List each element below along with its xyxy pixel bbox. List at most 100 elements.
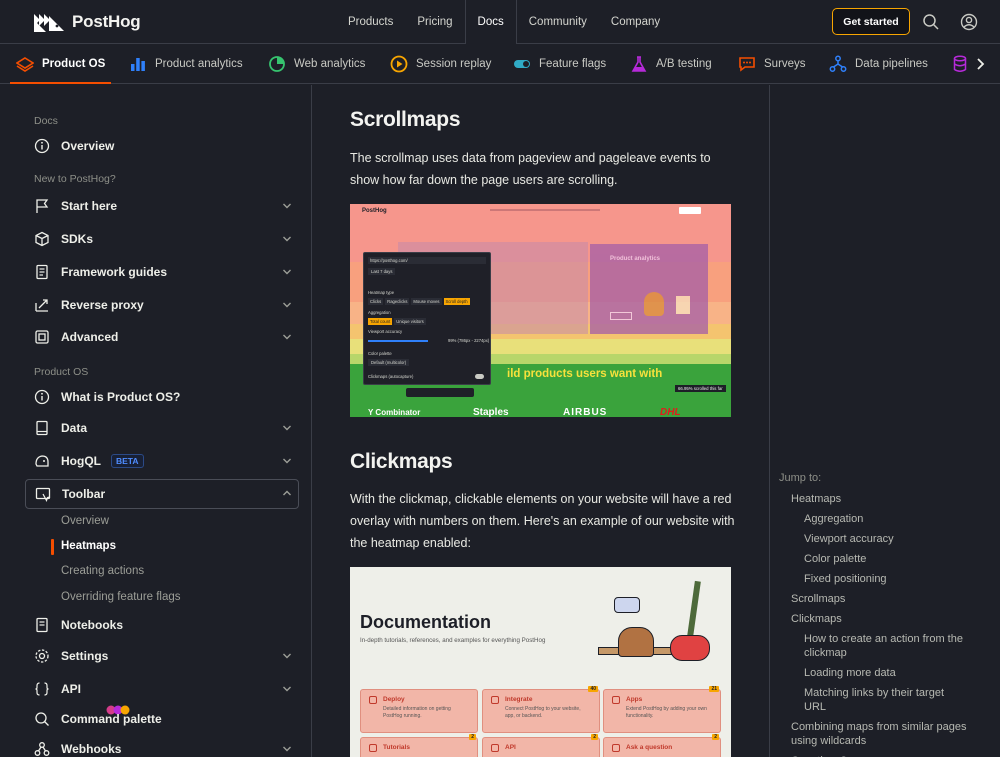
sidebar-item-api[interactable]: API	[34, 676, 298, 702]
click-count-badge: 2	[591, 734, 598, 740]
sidebar-item-advanced[interactable]: Advanced	[34, 324, 298, 350]
site-cta-placeholder	[679, 207, 701, 214]
sidebar-subitem-overriding-feature-flags[interactable]: Overriding feature flags	[61, 591, 181, 603]
site-menu-placeholder	[490, 209, 600, 211]
search-icon[interactable]	[922, 13, 940, 31]
nav-docs[interactable]: Docs	[464, 0, 517, 44]
toc-link[interactable]: Scrollmaps	[791, 592, 981, 606]
sidebar-item-framework-guides[interactable]: Framework guides	[34, 259, 298, 285]
section-title-clickmaps: Clickmaps	[350, 450, 453, 473]
site-logo-text: PostHog	[362, 208, 387, 214]
date-range-select[interactable]: Last 7 days	[368, 268, 396, 275]
docs-card-title: API	[505, 744, 516, 751]
docs-card[interactable]: Deploy Detailed information on getting Po…	[360, 689, 478, 733]
sidebar-heading-product-os: Product OS	[34, 366, 89, 378]
toc-link[interactable]: Heatmaps	[791, 492, 981, 506]
sidebar-subitem-heatmaps[interactable]: Heatmaps	[61, 540, 116, 552]
aggregation-label: Aggregation	[368, 310, 391, 315]
chevron-down-icon	[283, 425, 291, 431]
url-input[interactable]: https://posthog.com/	[368, 257, 486, 264]
sidebar-item-sdks[interactable]: SDKs	[34, 226, 298, 252]
docs-card-text: Connect PostHog to your website, app, or…	[505, 706, 581, 719]
docs-card[interactable]: Tutorials 2	[360, 734, 478, 757]
type-mouse-moves[interactable]: Mouse moves	[411, 298, 442, 305]
nav-pricing[interactable]: Pricing	[405, 0, 464, 44]
docs-card[interactable]: Ask a question 2	[603, 734, 721, 757]
click-count-badge: 2	[469, 734, 476, 740]
play-icon	[390, 55, 408, 73]
product-tab-product-analytics[interactable]: Product analytics	[129, 44, 243, 84]
toolbar-strip[interactable]	[406, 388, 474, 397]
sidebar-item-overview[interactable]: Overview	[34, 133, 298, 159]
account-icon[interactable]	[960, 13, 978, 31]
sidebar-item-notebooks[interactable]: Notebooks	[34, 612, 298, 638]
sidebar-subitem-creating-actions[interactable]: Creating actions	[61, 565, 144, 577]
sidebar-item-reverse-proxy[interactable]: Reverse proxy	[34, 292, 298, 318]
chevron-up-icon	[283, 490, 291, 496]
aggregation-unique[interactable]: Unique visitors	[394, 318, 426, 325]
chevron-right-icon[interactable]	[975, 58, 985, 70]
type-clicks[interactable]: Clicks	[368, 298, 384, 305]
product-tab-session-replay[interactable]: Session replay	[390, 44, 491, 84]
product-tab-ab-testing[interactable]: A/B testing	[630, 44, 712, 84]
get-started-button[interactable]: Get started	[832, 8, 910, 35]
type-rageclicks[interactable]: Rageclicks	[385, 298, 410, 305]
docs-card-title: Ask a question	[626, 744, 673, 751]
sidebar-item-hogql[interactable]: HogQL BETA	[34, 448, 298, 474]
product-panel: Product analytics	[590, 244, 708, 334]
chevron-down-icon	[283, 269, 291, 275]
sidebar-subitem-overview[interactable]: Overview	[61, 515, 109, 527]
sidebar-item-settings[interactable]: Settings	[34, 643, 298, 669]
product-tab-product-os[interactable]: Product OS	[9, 44, 112, 84]
sidebar-item-command-palette[interactable]: Command palette	[34, 706, 298, 732]
hedgehog-illustration	[618, 627, 654, 657]
docs-card[interactable]: Apps Extend PostHog by adding your own fu…	[603, 686, 721, 733]
aggregation-total[interactable]: Total count	[368, 318, 393, 325]
product-tab-web-analytics[interactable]: Web analytics	[268, 44, 365, 84]
info-icon	[34, 389, 50, 405]
docs-card-text: Detailed information on getting PostHog …	[383, 706, 451, 719]
product-tab-feature-flags[interactable]: Feature flags	[513, 44, 606, 84]
toc-link[interactable]: Viewport accuracy	[804, 532, 964, 546]
heatmap-toolbar-panel[interactable]: https://posthog.com/ Last 7 days Heatmap…	[363, 252, 491, 385]
sidebar-item-label: HogQL	[61, 454, 101, 468]
toc-link[interactable]: Loading more data	[804, 666, 964, 680]
toc-link[interactable]: Matching links by their target URL	[804, 686, 964, 714]
docs-card[interactable]: API 2	[482, 734, 600, 757]
color-palette-select[interactable]: Default (multicolor)	[368, 359, 410, 366]
aggregation-segmented[interactable]: Total count Unique visitors	[368, 318, 426, 325]
sidebar-item-toolbar[interactable]: Toolbar	[25, 479, 299, 509]
sidebar-item-label: What is Product OS?	[61, 390, 181, 404]
database-icon[interactable]	[953, 55, 967, 73]
sidebar-item-data[interactable]: Data	[34, 415, 298, 441]
sidebar-item-start-here[interactable]: Start here	[34, 193, 298, 219]
toc-link[interactable]: Aggregation	[804, 512, 964, 526]
toc-link[interactable]: Clickmaps	[791, 612, 981, 626]
docs-card[interactable]: Integrate Connect PostHog to your website…	[482, 686, 600, 733]
nav-company[interactable]: Company	[599, 0, 672, 44]
toc-link[interactable]: How to create an action from the clickma…	[804, 632, 964, 660]
nav-community[interactable]: Community	[517, 0, 599, 44]
toc-link[interactable]: Color palette	[804, 552, 964, 566]
flag-icon	[36, 199, 49, 213]
type-scroll-depth[interactable]: Scroll depth	[443, 298, 470, 305]
product-label: Web analytics	[294, 58, 366, 70]
share-arrow-icon	[35, 299, 48, 312]
flask-icon	[631, 56, 647, 72]
toc-link[interactable]: Fixed positioning	[804, 572, 964, 586]
product-tab-data-pipelines[interactable]: Data pipelines	[829, 44, 928, 84]
sidebar-item-label: Webhooks	[61, 742, 122, 756]
clickmaps-toggle[interactable]	[475, 374, 484, 379]
toc-link[interactable]: Combining maps from similar pages using …	[791, 720, 981, 748]
sidebar-item-label: Framework guides	[61, 265, 168, 279]
bar-chart-icon	[131, 58, 145, 71]
sidebar-item-webhooks[interactable]: Webhooks	[34, 736, 298, 757]
product-tab-surveys[interactable]: Surveys	[738, 44, 806, 84]
nav-products[interactable]: Products	[336, 0, 405, 44]
chevron-down-icon	[283, 458, 291, 464]
viewport-slider[interactable]	[368, 340, 428, 342]
heatmap-type-segmented[interactable]: Clicks Rageclicks Mouse moves Scroll dep…	[368, 298, 470, 305]
hedgehog-logo-icon	[34, 14, 64, 32]
sidebar-item-what-is-product-os[interactable]: What is Product OS?	[34, 384, 298, 410]
posthog-logo[interactable]: PostHog	[34, 12, 141, 32]
